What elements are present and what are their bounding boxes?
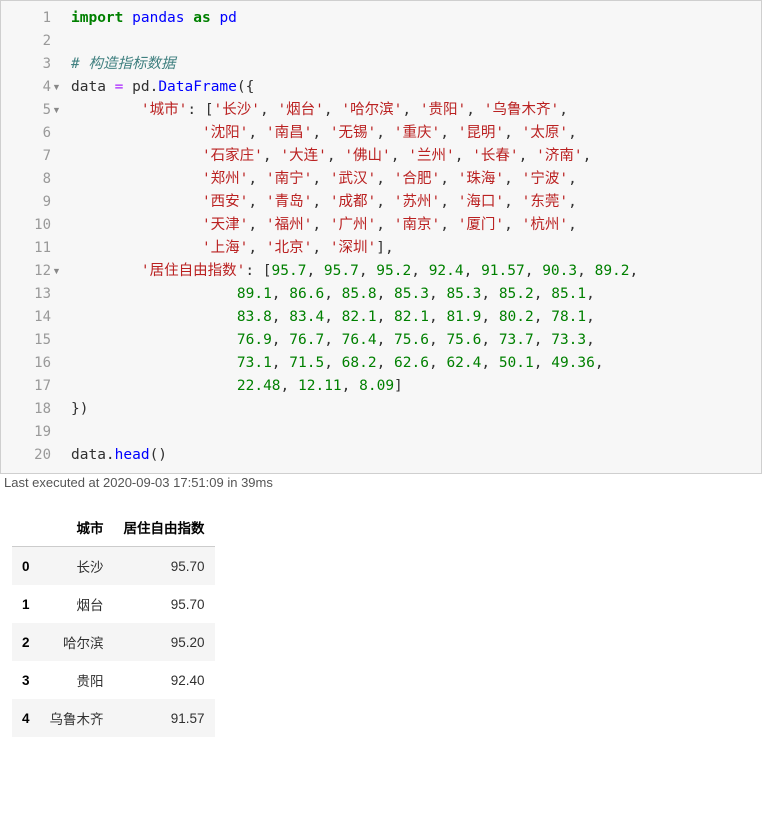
df-cell: 91.57 <box>114 699 215 737</box>
df-cell: 95.20 <box>114 623 215 661</box>
table-row: 3贵阳92.40 <box>12 661 215 699</box>
df-col-header: 居住自由指数 <box>114 508 215 547</box>
df-cell: 乌鲁木齐 <box>40 699 114 737</box>
df-row-index: 2 <box>12 623 40 661</box>
code-editor[interactable]: import pandas as pd # 构造指标数据▼data = pd.D… <box>61 1 761 473</box>
df-cell: 95.70 <box>114 585 215 623</box>
dataframe-output: 城市居住自由指数 0长沙95.701烟台95.702哈尔滨95.203贵阳92.… <box>12 508 762 737</box>
df-row-index: 0 <box>12 547 40 586</box>
df-cell: 95.70 <box>114 547 215 586</box>
execution-status: Last executed at 2020-09-03 17:51:09 in … <box>0 473 762 492</box>
dataframe-table: 城市居住自由指数 0长沙95.701烟台95.702哈尔滨95.203贵阳92.… <box>12 508 215 737</box>
df-cell: 贵阳 <box>40 661 114 699</box>
df-row-index: 1 <box>12 585 40 623</box>
table-row: 1烟台95.70 <box>12 585 215 623</box>
df-cell: 长沙 <box>40 547 114 586</box>
code-cell[interactable]: 1234567891011121314151617181920 import p… <box>0 0 762 474</box>
df-cell: 哈尔滨 <box>40 623 114 661</box>
table-row: 4乌鲁木齐91.57 <box>12 699 215 737</box>
df-col-header: 城市 <box>40 508 114 547</box>
line-number-gutter: 1234567891011121314151617181920 <box>1 1 61 473</box>
fold-arrow-icon[interactable]: ▼ <box>52 99 61 122</box>
fold-arrow-icon[interactable]: ▼ <box>52 76 61 99</box>
df-cell: 烟台 <box>40 585 114 623</box>
df-cell: 92.40 <box>114 661 215 699</box>
df-corner <box>12 508 40 547</box>
table-row: 2哈尔滨95.20 <box>12 623 215 661</box>
df-row-index: 4 <box>12 699 40 737</box>
df-row-index: 3 <box>12 661 40 699</box>
table-row: 0长沙95.70 <box>12 547 215 586</box>
fold-arrow-icon[interactable]: ▼ <box>52 260 61 283</box>
